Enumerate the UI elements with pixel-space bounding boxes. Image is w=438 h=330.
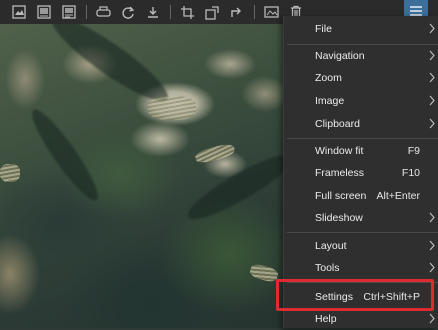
menu-item-label: Navigation [315, 50, 365, 62]
chevron-right-icon [429, 212, 435, 223]
menu-item-shortcut: F10 [401, 167, 420, 179]
toolbar-divider [86, 5, 87, 19]
menu-item-label: Clipboard [315, 118, 360, 130]
chevron-right-icon [429, 118, 435, 129]
chevron-right-icon [429, 95, 435, 106]
menu-item-tools[interactable]: Tools [284, 257, 438, 279]
menu-item-label: Window fit [315, 145, 364, 157]
menu-divider [287, 232, 438, 233]
menu-item-frameless[interactable]: Frameless F10 [284, 162, 438, 184]
menu-item-label: File [315, 23, 332, 35]
menu-item-label: Image [315, 95, 345, 107]
crop-icon[interactable] [179, 4, 195, 20]
gallery-icon[interactable] [36, 4, 52, 20]
menu-item-shortcut: F9 [407, 145, 420, 157]
menu-divider [287, 138, 438, 139]
toolbar-divider [254, 5, 255, 19]
chevron-right-icon [429, 72, 435, 83]
menu-item-help[interactable]: Help [284, 308, 438, 330]
slideshow-icon[interactable] [61, 4, 77, 20]
chevron-right-icon [429, 262, 435, 273]
menu-item-navigation[interactable]: Navigation [284, 45, 438, 67]
highlight-box [276, 279, 434, 311]
menu-item-slideshow[interactable]: Slideshow [284, 207, 438, 229]
menu-item-label: Tools [315, 262, 340, 274]
menu-item-label: Full screen [315, 190, 367, 202]
menu-item-window-fit[interactable]: Window fit F9 [284, 140, 438, 162]
chevron-right-icon [429, 240, 435, 251]
menu-item-layout[interactable]: Layout [284, 235, 438, 257]
menu-item-shortcut: Alt+Enter [376, 190, 420, 202]
menu-item-file[interactable]: File [284, 18, 438, 40]
chevron-right-icon [429, 23, 435, 34]
menu-item-image[interactable]: Image [284, 90, 438, 112]
menu-item-label: Frameless [315, 167, 365, 179]
image-edit-icon[interactable] [263, 4, 279, 20]
refresh-icon[interactable] [120, 4, 136, 20]
menu-item-zoom[interactable]: Zoom [284, 67, 438, 89]
menu-item-label: Zoom [315, 72, 342, 84]
menu-item-label: Slideshow [315, 212, 363, 224]
chevron-right-icon [429, 50, 435, 61]
save-icon[interactable] [145, 4, 161, 20]
menu-item-clipboard[interactable]: Clipboard [284, 113, 438, 135]
share-icon[interactable] [229, 4, 245, 20]
menu-item-label: Help [315, 313, 337, 325]
menu-item-full-screen[interactable]: Full screen Alt+Enter [284, 185, 438, 207]
toolbar-divider [170, 5, 171, 19]
resize-icon[interactable] [204, 4, 220, 20]
print-icon[interactable] [95, 4, 111, 20]
open-file-icon[interactable] [11, 4, 27, 20]
menu-item-label: Layout [315, 240, 347, 252]
chevron-right-icon [429, 313, 435, 324]
